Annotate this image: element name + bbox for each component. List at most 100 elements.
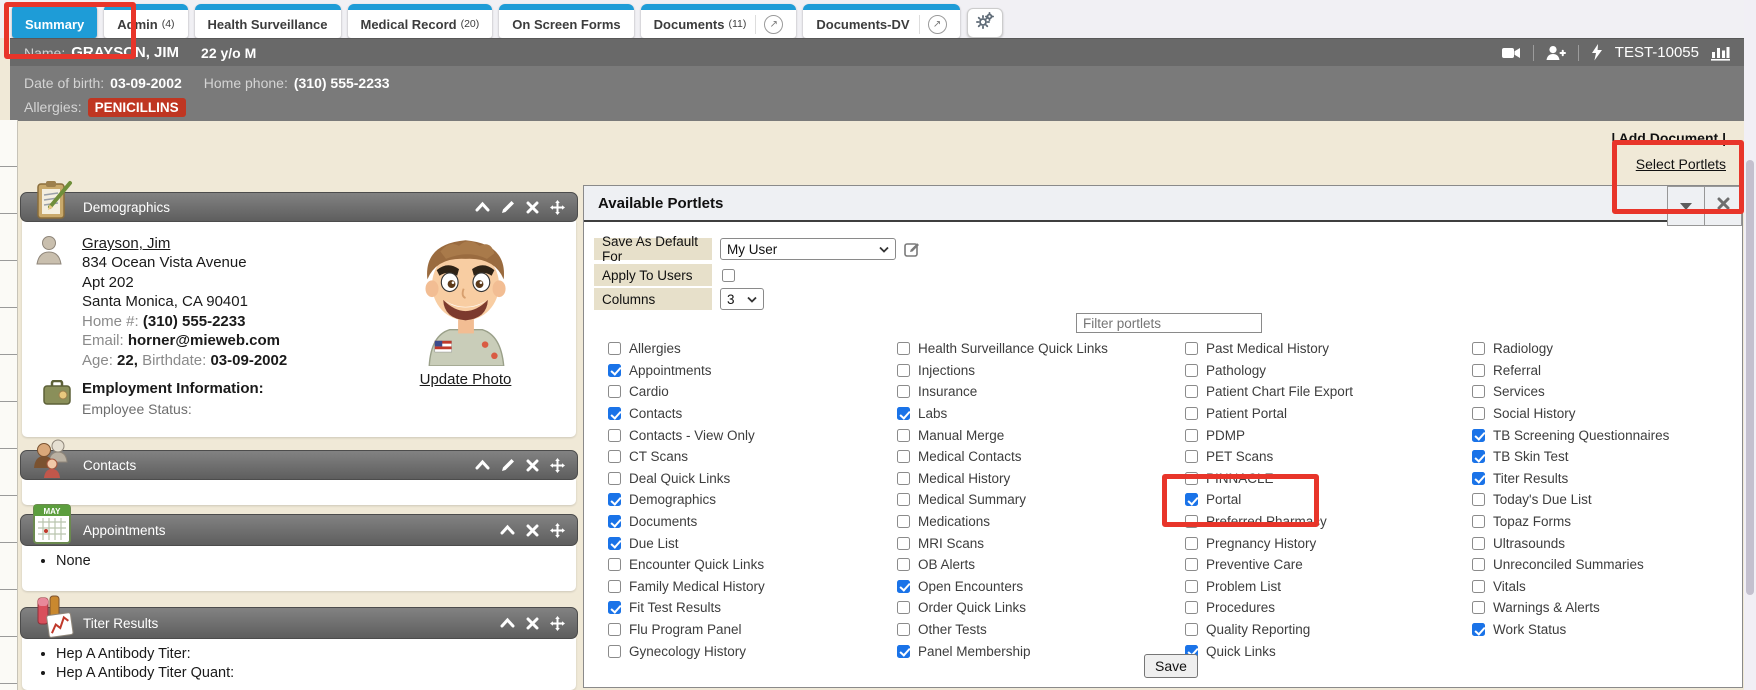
move-icon[interactable] <box>550 458 565 473</box>
edit-icon[interactable] <box>501 458 515 472</box>
checkbox-unreconciled-summaries[interactable] <box>1472 558 1485 571</box>
add-document-link[interactable]: | Add Document | <box>1611 130 1726 146</box>
edit-icon[interactable] <box>501 200 515 214</box>
checkbox-injections[interactable] <box>897 364 910 377</box>
save-button[interactable]: Save <box>1144 654 1198 678</box>
checkbox-allergies[interactable] <box>608 342 621 355</box>
tab-health-surveillance[interactable]: Health Surveillance <box>195 4 341 38</box>
checkbox-health-surveillance-quick-links[interactable] <box>897 342 910 355</box>
checkbox-fit-test-results[interactable] <box>608 601 621 614</box>
tab-documents[interactable]: Documents(11)↗ <box>641 4 797 38</box>
checkbox-panel-membership[interactable] <box>897 645 910 658</box>
close-icon[interactable] <box>526 201 539 214</box>
close-icon[interactable] <box>526 617 539 630</box>
checkbox-other-tests[interactable] <box>897 623 910 636</box>
checkbox-appointments[interactable] <box>608 364 621 377</box>
checkbox-preventive-care[interactable] <box>1185 558 1198 571</box>
add-person-icon[interactable] <box>1546 45 1566 61</box>
checkbox-medications[interactable] <box>897 515 910 528</box>
checkbox-patient-portal[interactable] <box>1185 407 1198 420</box>
checkbox-medical-history[interactable] <box>897 472 910 485</box>
checkbox-topaz-forms[interactable] <box>1472 515 1485 528</box>
move-icon[interactable] <box>550 523 565 538</box>
edit-default-icon[interactable] <box>904 241 921 258</box>
tab-on-screen-forms[interactable]: On Screen Forms <box>499 4 633 38</box>
checkbox-demographics[interactable] <box>608 493 621 506</box>
popout-icon[interactable]: ↗ <box>919 15 947 34</box>
checkbox-medical-contacts[interactable] <box>897 450 910 463</box>
tab-documents-dv[interactable]: Documents-DV↗ <box>803 4 959 38</box>
checkbox-cardio[interactable] <box>608 385 621 398</box>
patient-name-link[interactable]: Grayson, Jim <box>82 235 170 252</box>
checkbox-due-list[interactable] <box>608 537 621 550</box>
move-icon[interactable] <box>550 200 565 215</box>
checkbox-vitals[interactable] <box>1472 580 1485 593</box>
checkbox-warnings-alerts[interactable] <box>1472 601 1485 614</box>
dialog-close-button[interactable] <box>1704 186 1742 226</box>
checkbox-tb-screening-questionnaires[interactable] <box>1472 429 1485 442</box>
checkbox-social-history[interactable] <box>1472 407 1485 420</box>
checkbox-quality-reporting[interactable] <box>1185 623 1198 636</box>
collapsed-left-rail[interactable] <box>0 120 18 690</box>
checkbox-ultrasounds[interactable] <box>1472 537 1485 550</box>
checkbox-preferred-pharmacy[interactable] <box>1185 515 1198 528</box>
quick-action-lightning-icon[interactable] <box>1591 44 1603 61</box>
checkbox-radiology[interactable] <box>1472 342 1485 355</box>
tab-settings-button[interactable] <box>967 8 1003 38</box>
checkbox-mri-scans[interactable] <box>897 537 910 550</box>
collapse-icon[interactable] <box>500 524 515 536</box>
checkbox-patient-chart-file-export[interactable] <box>1185 385 1198 398</box>
checkbox-pinnacle[interactable] <box>1185 472 1198 485</box>
checkbox-problem-list[interactable] <box>1185 580 1198 593</box>
checkbox-pdmp[interactable] <box>1185 429 1198 442</box>
apply-to-users-checkbox[interactable] <box>722 269 735 282</box>
save-default-select[interactable]: My User <box>720 238 896 260</box>
collapse-icon[interactable] <box>500 617 515 629</box>
checkbox-deal-quick-links[interactable] <box>608 472 621 485</box>
checkbox-medical-summary[interactable] <box>897 493 910 506</box>
checkbox-tb-skin-test[interactable] <box>1472 450 1485 463</box>
collapse-icon[interactable] <box>475 201 490 213</box>
checkbox-pathology[interactable] <box>1185 364 1198 377</box>
checkbox-family-medical-history[interactable] <box>608 580 621 593</box>
checkbox-flu-program-panel[interactable] <box>608 623 621 636</box>
video-call-icon[interactable] <box>1502 45 1521 61</box>
flowsheet-chart-icon[interactable] <box>1711 44 1730 61</box>
checkbox-pet-scans[interactable] <box>1185 450 1198 463</box>
checkbox-past-medical-history[interactable] <box>1185 342 1198 355</box>
checkbox-order-quick-links[interactable] <box>897 601 910 614</box>
checkbox-encounter-quick-links[interactable] <box>608 558 621 571</box>
checkbox-gynecology-history[interactable] <box>608 645 621 658</box>
checkbox-contacts[interactable] <box>608 407 621 420</box>
tab-admin[interactable]: Admin(4) <box>104 4 187 38</box>
checkbox-manual-merge[interactable] <box>897 429 910 442</box>
move-icon[interactable] <box>550 616 565 631</box>
tab-summary[interactable]: Summary <box>12 4 97 38</box>
checkbox-referral[interactable] <box>1472 364 1485 377</box>
collapse-icon[interactable] <box>475 459 490 471</box>
checkbox-documents[interactable] <box>608 515 621 528</box>
checkbox-insurance[interactable] <box>897 385 910 398</box>
checkbox-open-encounters[interactable] <box>897 580 910 593</box>
checkbox-procedures[interactable] <box>1185 601 1198 614</box>
filter-portlets-input[interactable] <box>1076 313 1262 333</box>
checkbox-ct-scans[interactable] <box>608 450 621 463</box>
checkbox-pregnancy-history[interactable] <box>1185 537 1198 550</box>
select-portlets-link[interactable]: Select Portlets <box>1611 156 1726 172</box>
checkbox-contacts-view-only[interactable] <box>608 429 621 442</box>
checkbox-services[interactable] <box>1472 385 1485 398</box>
checkbox-titer-results[interactable] <box>1472 472 1485 485</box>
close-icon[interactable] <box>526 524 539 537</box>
checkbox-work-status[interactable] <box>1472 623 1485 636</box>
dialog-minimize-button[interactable] <box>1667 186 1705 226</box>
checkbox-portal[interactable] <box>1185 493 1198 506</box>
columns-select[interactable]: 3 <box>720 288 764 310</box>
close-icon[interactable] <box>526 459 539 472</box>
checkbox-labs[interactable] <box>897 407 910 420</box>
update-photo-link[interactable]: Update Photo <box>420 371 512 388</box>
checkbox-today-s-due-list[interactable] <box>1472 493 1485 506</box>
checkbox-ob-alerts[interactable] <box>897 558 910 571</box>
tab-medical-record[interactable]: Medical Record(20) <box>348 4 493 38</box>
allergy-badge[interactable]: PENICILLINS <box>88 98 186 117</box>
popout-icon[interactable]: ↗ <box>755 15 783 34</box>
